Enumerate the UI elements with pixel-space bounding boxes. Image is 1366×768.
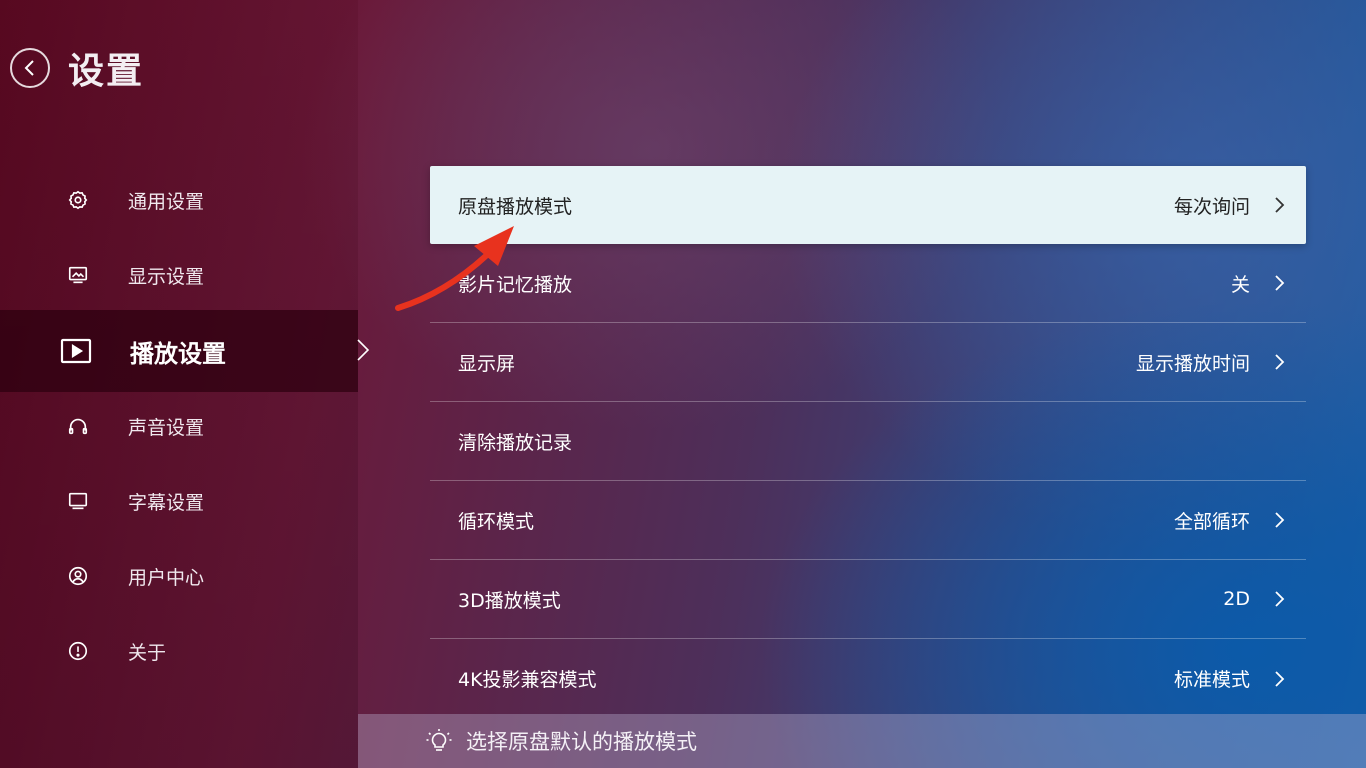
setting-value: 关 [1230,273,1250,296]
setting-label: 3D播放模式 [458,589,561,612]
sidebar-item-label: 通用设置 [128,190,205,213]
hint-text: 选择原盘默认的播放模式 [466,730,697,754]
back-button[interactable] [10,48,50,88]
setting-row-disc-playback-mode[interactable]: 原盘播放模式 每次询问 [430,166,1306,244]
setting-row-resume-playback[interactable]: 影片记忆播放 关 [430,244,1306,323]
sidebar-item-label: 播放设置 [130,339,226,368]
annotation-arrow [395,226,514,311]
setting-value: 标准模式 [1173,669,1250,691]
chevron-left-icon [24,60,34,76]
setting-label: 原盘播放模式 [458,195,573,218]
setting-value: 全部循环 [1173,510,1250,533]
setting-row-clear-history[interactable]: 清除播放记录 [430,402,1306,481]
page-header: 设置 [10,44,144,92]
setting-row-3d-mode[interactable]: 3D播放模式 2D [430,560,1306,639]
sidebar-item-subtitles[interactable]: 字幕设置 [0,470,358,532]
monitor-icon [66,489,90,513]
sidebar-item-label: 关于 [128,641,167,664]
sidebar-item-label: 声音设置 [128,416,205,439]
setting-label: 清除播放记录 [458,431,573,454]
page-title: 设置 [68,51,145,92]
setting-label: 4K投影兼容模式 [458,669,597,691]
sidebar-item-label: 显示设置 [128,265,205,288]
setting-row-loop-mode[interactable]: 循环模式 全部循环 [430,481,1306,560]
image-icon [66,263,90,287]
sidebar-item-general[interactable]: 通用设置 [0,169,358,231]
gear-icon [66,188,90,212]
setting-row-4k-compat-mode[interactable]: 4K投影兼容模式 标准模式 [430,639,1306,718]
setting-value: 每次询问 [1173,195,1250,218]
setting-label: 循环模式 [458,510,535,533]
info-icon [66,639,90,663]
headphones-icon [66,414,90,438]
chevron-right-icon [1275,512,1285,528]
sidebar-item-playback[interactable]: 播放设置 [0,310,358,392]
sidebar: 通用设置 显示设置 播放设置 声音设置 字幕设置 用户中心 关于 [0,0,370,768]
chevron-right-icon [1275,197,1285,213]
sidebar-item-user-center[interactable]: 用户中心 [0,545,358,607]
sidebar-item-about[interactable]: 关于 [0,620,358,682]
sidebar-item-audio[interactable]: 声音设置 [0,395,358,457]
sidebar-item-label: 字幕设置 [128,491,205,514]
lightbulb-icon [426,729,452,751]
settings-list: 原盘播放模式 每次询问 影片记忆播放 关 显示屏 显示播放时间 清除播放记录 循… [430,166,1306,718]
chevron-right-icon [1275,591,1285,607]
sidebar-item-display[interactable]: 显示设置 [0,244,358,306]
hint-bar: 选择原盘默认的播放模式 [358,714,1366,768]
setting-value: 2D [1223,588,1250,610]
play-icon [60,335,92,367]
setting-value: 显示播放时间 [1135,352,1250,375]
setting-label: 显示屏 [458,352,516,375]
active-indicator-caret [357,339,370,361]
user-icon [66,564,90,588]
chevron-right-icon [1275,670,1285,687]
chevron-right-icon [1275,275,1285,291]
sidebar-item-label: 用户中心 [128,566,205,589]
setting-row-display-screen[interactable]: 显示屏 显示播放时间 [430,323,1306,402]
chevron-right-icon [1275,354,1285,370]
